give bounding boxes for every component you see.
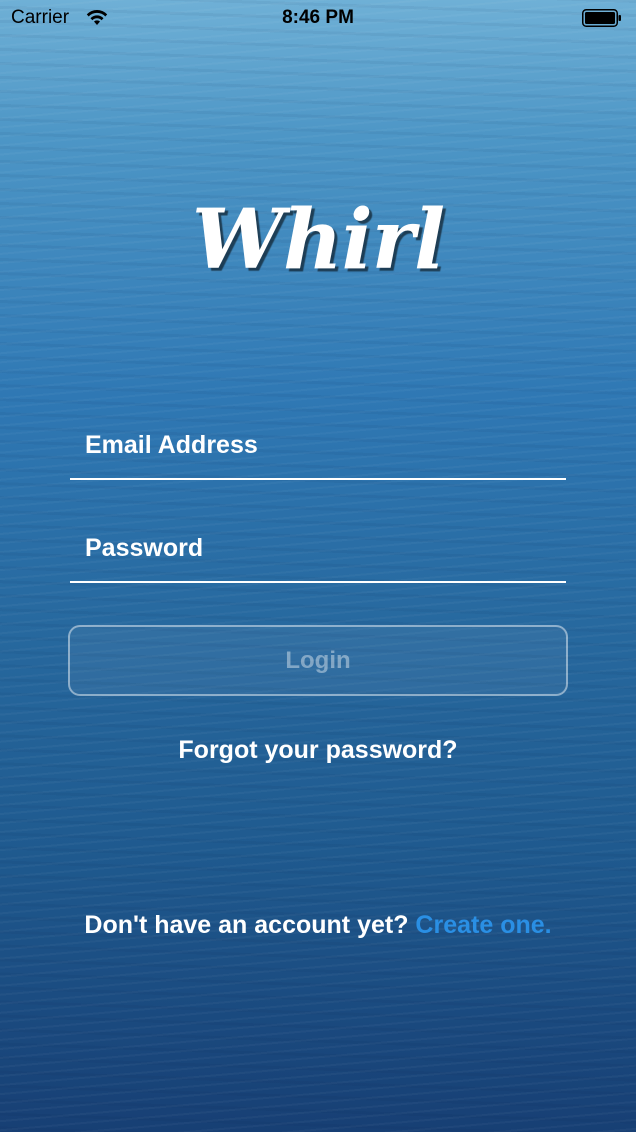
- password-placeholder: Password: [85, 534, 204, 562]
- signup-row: Don't have an account yet? Create one.: [0, 911, 636, 940]
- status-bar: Carrier 8:46 PM: [0, 0, 636, 36]
- battery-icon: [582, 9, 621, 27]
- password-field[interactable]: Password: [70, 523, 566, 583]
- email-field[interactable]: Email Address: [70, 420, 566, 480]
- create-account-link[interactable]: Create one.: [415, 911, 551, 939]
- signup-prompt: Don't have an account yet?: [84, 911, 409, 939]
- app-logo: Whirl: [191, 192, 445, 288]
- forgot-password-link[interactable]: Forgot your password?: [0, 736, 636, 765]
- status-time: 8:46 PM: [282, 7, 354, 28]
- email-placeholder: Email Address: [85, 431, 258, 459]
- login-button[interactable]: Login: [68, 625, 568, 696]
